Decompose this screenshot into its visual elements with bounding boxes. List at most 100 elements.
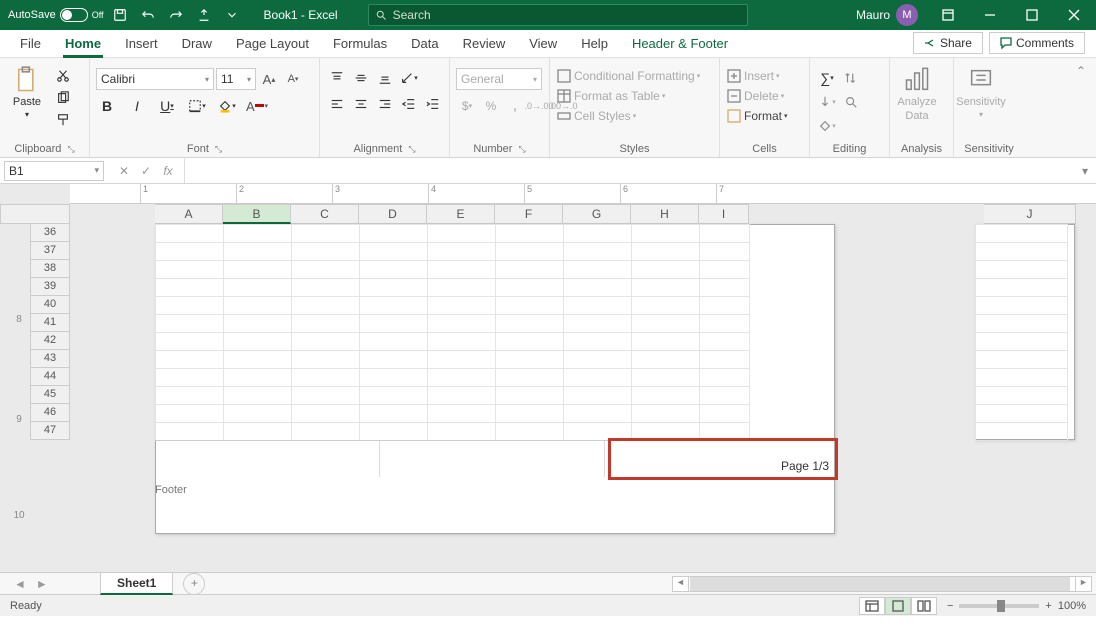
col-header-h[interactable]: H (631, 204, 699, 224)
page-layout-view-icon[interactable] (885, 597, 911, 615)
increase-decimal-icon[interactable]: .0→.00 (528, 96, 550, 116)
row-header[interactable]: 40 (30, 296, 70, 314)
row-header[interactable]: 38 (30, 260, 70, 278)
decrease-indent-icon[interactable] (398, 94, 420, 114)
horizontal-scrollbar[interactable]: ◄ ► (672, 576, 1092, 592)
autosave-toggle[interactable]: AutoSave Off (8, 8, 104, 22)
prev-sheet-icon[interactable]: ◄ (14, 577, 26, 591)
comments-button[interactable]: Comments (989, 32, 1085, 54)
zoom-level[interactable]: 100% (1058, 600, 1086, 612)
add-sheet-button[interactable]: + (183, 573, 205, 595)
analyze-data-button[interactable]: AnalyzeData (896, 62, 938, 122)
autosum-icon[interactable]: ∑▾ (816, 68, 838, 88)
number-format-combo[interactable]: General▾ (456, 68, 542, 90)
col-header-d[interactable]: D (359, 204, 427, 224)
paste-button[interactable]: Paste▾ (6, 62, 48, 119)
touch-mode-icon[interactable] (192, 3, 216, 27)
formula-input[interactable] (184, 158, 1074, 183)
accept-formula-icon[interactable]: ✓ (136, 164, 156, 178)
sort-filter-icon[interactable] (840, 68, 862, 88)
col-header-c[interactable]: C (291, 204, 359, 224)
align-right-icon[interactable] (374, 94, 396, 114)
row-header[interactable]: 45 (30, 386, 70, 404)
col-header-g[interactable]: G (563, 204, 631, 224)
format-painter-icon[interactable] (52, 110, 74, 130)
row-header[interactable]: 37 (30, 242, 70, 260)
align-center-icon[interactable] (350, 94, 372, 114)
percent-icon[interactable]: % (480, 96, 502, 116)
alignment-launcher-icon[interactable]: ⤡ (408, 144, 415, 155)
underline-button[interactable]: U▾ (156, 96, 178, 116)
insert-cells-button[interactable]: Insert▾ (726, 68, 780, 84)
fill-color-button[interactable]: ▾ (216, 96, 238, 116)
font-size-combo[interactable]: 11▾ (216, 68, 256, 90)
sensitivity-button[interactable]: Sensitivity▾ (960, 62, 1002, 119)
tab-review[interactable]: Review (451, 30, 518, 57)
format-cells-button[interactable]: Format▾ (726, 108, 788, 124)
footer-center-section[interactable] (380, 441, 605, 477)
tab-file[interactable]: File (8, 30, 53, 57)
cut-icon[interactable] (52, 66, 74, 86)
row-header[interactable]: 39 (30, 278, 70, 296)
normal-view-icon[interactable] (859, 597, 885, 615)
currency-icon[interactable]: $▾ (456, 96, 478, 116)
sheet-tab-sheet1[interactable]: Sheet1 (100, 572, 173, 595)
align-left-icon[interactable] (326, 94, 348, 114)
minimize-icon[interactable] (970, 0, 1010, 30)
tab-page-layout[interactable]: Page Layout (224, 30, 321, 57)
delete-cells-button[interactable]: Delete▾ (726, 88, 784, 104)
maximize-icon[interactable] (1012, 0, 1052, 30)
tab-draw[interactable]: Draw (170, 30, 224, 57)
increase-font-icon[interactable]: A▴ (258, 69, 280, 89)
align-middle-icon[interactable] (350, 68, 372, 88)
font-name-combo[interactable]: Calibri▾ (96, 68, 214, 90)
save-icon[interactable] (108, 3, 132, 27)
undo-icon[interactable] (136, 3, 160, 27)
name-box[interactable]: B1▾ (4, 161, 104, 181)
row-header[interactable]: 44 (30, 368, 70, 386)
row-header[interactable]: 43 (30, 350, 70, 368)
fx-icon[interactable]: fx (158, 164, 178, 178)
tab-view[interactable]: View (517, 30, 569, 57)
tab-home[interactable]: Home (53, 30, 113, 57)
fill-icon[interactable]: ▾ (816, 92, 838, 112)
font-color-button[interactable]: A▾ (246, 96, 268, 116)
close-icon[interactable] (1054, 0, 1094, 30)
page-break-view-icon[interactable] (911, 597, 937, 615)
share-button[interactable]: Share (913, 32, 983, 54)
bold-button[interactable]: B (96, 96, 118, 116)
next-sheet-icon[interactable]: ► (36, 577, 48, 591)
format-as-table-button[interactable]: Format as Table▾ (556, 88, 665, 104)
row-header[interactable]: 41 (30, 314, 70, 332)
italic-button[interactable]: I (126, 96, 148, 116)
select-all-corner[interactable] (0, 204, 70, 224)
row-header[interactable]: 36 (30, 224, 70, 242)
increase-indent-icon[interactable] (422, 94, 444, 114)
copy-icon[interactable] (52, 88, 74, 108)
cell-styles-button[interactable]: Cell Styles▾ (556, 108, 636, 124)
border-button[interactable]: ▾ (186, 96, 208, 116)
font-launcher-icon[interactable]: ⤡ (215, 144, 222, 155)
row-header[interactable]: 47 (30, 422, 70, 440)
decrease-font-icon[interactable]: A▾ (282, 69, 304, 89)
row-header[interactable]: 42 (30, 332, 70, 350)
align-bottom-icon[interactable] (374, 68, 396, 88)
row-header[interactable]: 46 (30, 404, 70, 422)
tab-data[interactable]: Data (399, 30, 450, 57)
expand-formula-bar-icon[interactable]: ▾ (1074, 164, 1096, 178)
col-header-j[interactable]: J (984, 204, 1076, 224)
search-box[interactable]: Search (368, 4, 748, 26)
col-header-e[interactable]: E (427, 204, 495, 224)
zoom-out-icon[interactable]: − (947, 600, 953, 612)
number-launcher-icon[interactable]: ⤡ (518, 144, 525, 155)
comma-icon[interactable]: , (504, 96, 526, 116)
collapse-ribbon-icon[interactable]: ⌃ (1066, 58, 1096, 157)
redo-icon[interactable] (164, 3, 188, 27)
clipboard-launcher-icon[interactable]: ⤡ (67, 144, 74, 155)
find-icon[interactable] (840, 92, 862, 112)
align-top-icon[interactable] (326, 68, 348, 88)
col-header-f[interactable]: F (495, 204, 563, 224)
col-header-b[interactable]: B (223, 204, 291, 224)
qa-dropdown-icon[interactable] (220, 3, 244, 27)
tab-formulas[interactable]: Formulas (321, 30, 399, 57)
